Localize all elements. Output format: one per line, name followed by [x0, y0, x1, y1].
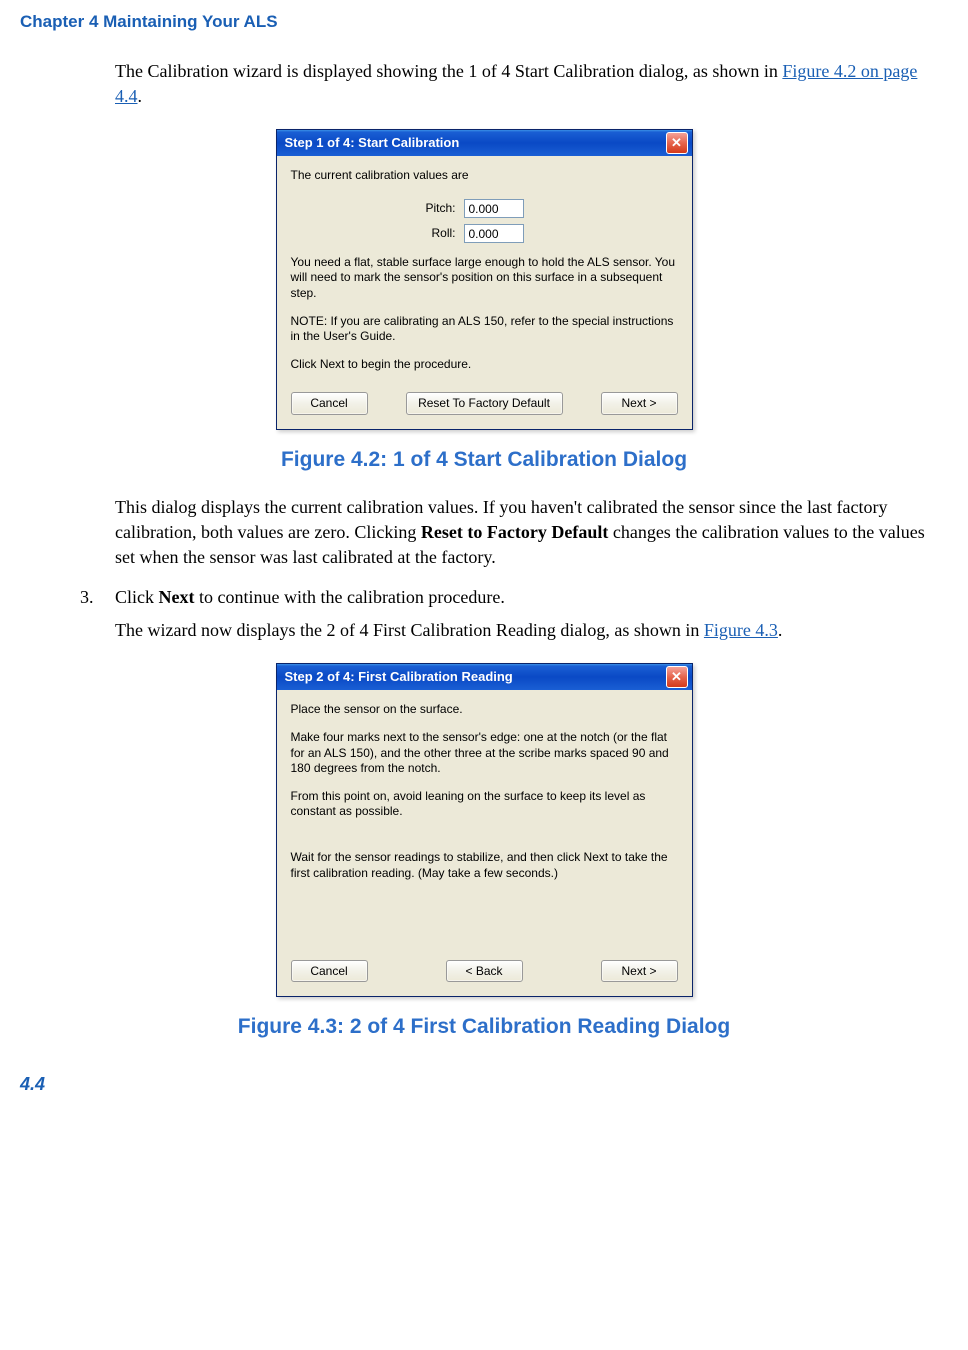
- dialog-1-container: Step 1 of 4: Start Calibration ✕ The cur…: [20, 129, 948, 430]
- figure-caption-4-3: Figure 4.3: 2 of 4 First Calibration Rea…: [20, 1012, 948, 1041]
- dialog-text: You need a flat, stable surface large en…: [291, 255, 678, 302]
- dialog-text: NOTE: If you are calibrating an ALS 150,…: [291, 314, 678, 345]
- figure-caption-4-2: Figure 4.2: 1 of 4 Start Calibration Dia…: [20, 445, 948, 474]
- dialog-text: Place the sensor on the surface.: [291, 702, 678, 718]
- dialog-text: From this point on, avoid leaning on the…: [291, 789, 678, 820]
- paragraph: The wizard now displays the 2 of 4 First…: [115, 618, 948, 643]
- dialog-titlebar: Step 1 of 4: Start Calibration ✕: [277, 130, 692, 156]
- button-row: Cancel < Back Next >: [291, 952, 678, 983]
- step-text: Click Next to continue with the calibrat…: [115, 585, 948, 610]
- dialog-text: Wait for the sensor readings to stabiliz…: [291, 850, 678, 881]
- roll-label: Roll:: [291, 225, 464, 242]
- dialog-text: Click Next to begin the procedure.: [291, 357, 678, 373]
- dialog-2-container: Step 2 of 4: First Calibration Reading ✕…: [20, 663, 948, 997]
- dialog-titlebar: Step 2 of 4: First Calibration Reading ✕: [277, 664, 692, 690]
- step-number: 3.: [80, 585, 115, 610]
- step-3: 3. Click Next to continue with the calib…: [80, 585, 948, 610]
- pitch-input[interactable]: 0.000: [464, 199, 524, 218]
- text: to continue with the calibration procedu…: [194, 587, 504, 607]
- chapter-header: Chapter 4 Maintaining Your ALS: [20, 10, 948, 34]
- pitch-row: Pitch: 0.000: [291, 199, 678, 218]
- paragraph: This dialog displays the current calibra…: [115, 495, 948, 571]
- dialog-title: Step 1 of 4: Start Calibration: [285, 134, 460, 152]
- text: .: [138, 86, 143, 106]
- cancel-button[interactable]: Cancel: [291, 392, 368, 415]
- page-number: 4.4: [20, 1072, 948, 1097]
- dialog-title: Step 2 of 4: First Calibration Reading: [285, 668, 513, 686]
- button-row: Cancel Reset To Factory Default Next >: [291, 384, 678, 415]
- pitch-label: Pitch:: [291, 200, 464, 217]
- text: .: [778, 620, 783, 640]
- next-button[interactable]: Next >: [601, 960, 678, 983]
- text: The wizard now displays the 2 of 4 First…: [115, 620, 704, 640]
- figure-link-4-3[interactable]: Figure 4.3: [704, 620, 778, 640]
- intro-paragraph: The Calibration wizard is displayed show…: [115, 59, 948, 109]
- close-icon[interactable]: ✕: [666, 666, 688, 688]
- cancel-button[interactable]: Cancel: [291, 960, 368, 983]
- back-button[interactable]: < Back: [446, 960, 523, 983]
- dialog-body: Place the sensor on the surface. Make fo…: [277, 690, 692, 996]
- text: Click: [115, 587, 159, 607]
- next-button[interactable]: Next >: [601, 392, 678, 415]
- bold-text: Reset to Factory Default: [421, 522, 608, 542]
- text: The Calibration wizard is displayed show…: [115, 61, 782, 81]
- first-calibration-reading-dialog: Step 2 of 4: First Calibration Reading ✕…: [276, 663, 693, 997]
- roll-input[interactable]: 0.000: [464, 224, 524, 243]
- bold-text: Next: [159, 587, 195, 607]
- dialog-body: The current calibration values are Pitch…: [277, 156, 692, 429]
- dialog-text: The current calibration values are: [291, 168, 678, 184]
- start-calibration-dialog: Step 1 of 4: Start Calibration ✕ The cur…: [276, 129, 693, 430]
- roll-row: Roll: 0.000: [291, 224, 678, 243]
- reset-factory-button[interactable]: Reset To Factory Default: [406, 392, 563, 415]
- dialog-text: Make four marks next to the sensor's edg…: [291, 730, 678, 777]
- close-icon[interactable]: ✕: [666, 132, 688, 154]
